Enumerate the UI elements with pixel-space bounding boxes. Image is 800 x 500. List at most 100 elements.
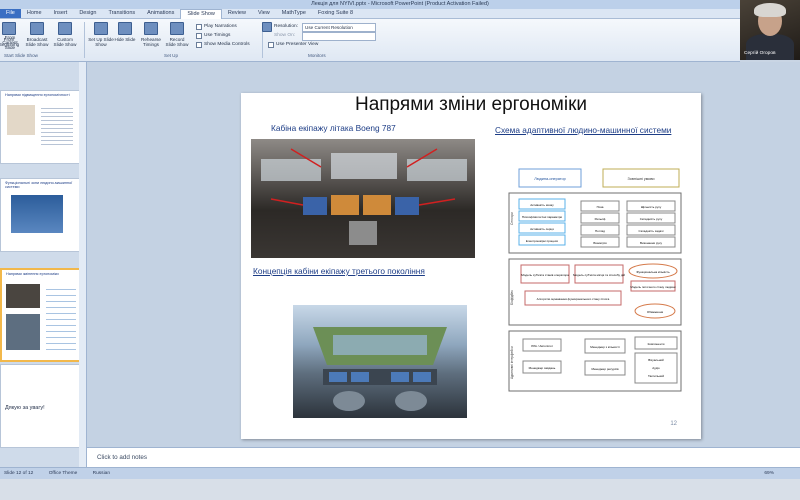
custom-show-button[interactable]: Custom Slide Show <box>52 22 78 47</box>
thumbnail-title: Функціональні зони людино-машинної систе… <box>5 181 73 189</box>
show-media-controls-checkbox[interactable]: Show Media Controls <box>196 42 250 48</box>
tab-home[interactable]: Home <box>21 9 48 18</box>
tab-view[interactable]: View <box>252 9 276 18</box>
record-show-button[interactable]: Record Slide Show <box>164 22 190 47</box>
tab-review[interactable]: Review <box>222 9 252 18</box>
tab-animations[interactable]: Animations <box>141 9 180 18</box>
tab-file[interactable]: File <box>0 9 21 18</box>
diagram-right-2: Складність руху <box>640 217 663 221</box>
diagram-side-label-2: Біофідбек <box>510 290 514 305</box>
taskbar <box>0 479 800 500</box>
slide-thumbnail[interactable]: Напрями підвищення ергономічності <box>0 90 80 164</box>
diagram-right-list-1: Візуальний <box>648 358 664 362</box>
show-on-label: Show On: <box>274 33 296 38</box>
thumbnail-text <box>41 105 73 145</box>
slide-thumbnail[interactable]: Функціональні зони людино-машинної систе… <box>0 178 80 252</box>
slides-pane: Напрями підвищення ергономічності Функці… <box>0 62 87 467</box>
ribbon: From Beginning From Current Slide Broadc… <box>0 19 740 62</box>
thumbnail-image <box>6 284 40 308</box>
presenter-name: Сергій Огоров <box>744 51 776 56</box>
diagram-left-2: Психофізіологічні параметри <box>522 215 562 219</box>
play-from-beginning-icon <box>2 22 16 35</box>
diagram-box-external: Зовнішні умови <box>627 177 654 181</box>
diagram-mid-3: Погляд <box>595 229 605 233</box>
left-subtitle: Кабіна екіпажу літака Boeng 787 <box>271 123 396 133</box>
thumbnail-title: Напрями змінення ергономіки <box>6 272 59 276</box>
diagram-right-list-2: Аудіо <box>652 366 660 370</box>
monitor-icon <box>262 22 272 32</box>
thumbnail-image <box>7 105 35 135</box>
adaptive-system-diagram: Людина-оператор Зовнішні умови Сенсори А… <box>505 165 683 395</box>
slide-thumbnail-selected[interactable]: Напрями змінення ергономіки <box>0 268 82 362</box>
diagram-midrow-2: Модель суб'єкта місця та способу дій <box>573 273 625 277</box>
diagram-mid-2: Рельєф <box>595 217 606 221</box>
diagram-svg: Людина-оператор Зовнішні умови Сенсори А… <box>508 168 682 392</box>
status-slide-count: Slide 12 of 12 <box>4 471 34 476</box>
diagram-box-operator: Людина-оператор <box>534 177 565 181</box>
right-subtitle: Схема адаптивної людино-машинної системи <box>495 125 672 135</box>
thumbnail-text: Дякую за увагу! <box>5 405 45 411</box>
tab-foxing[interactable]: Foxing Suite 8 <box>312 9 359 18</box>
use-timings-checkbox[interactable]: Use Timings <box>196 33 230 39</box>
presenter-view-checkbox[interactable]: Use Presenter View <box>268 42 318 48</box>
notes-placeholder: Click to add notes <box>97 454 148 461</box>
slide-thumbnail[interactable]: Дякую за увагу! <box>0 364 80 448</box>
setup-icon <box>94 22 108 35</box>
cockpit-illustration <box>261 148 467 245</box>
cockpit-photo <box>251 139 475 258</box>
setup-show-button[interactable]: Set Up Slide Show <box>88 22 114 47</box>
diagram-side-label-3: Адаптивні інтерфейси <box>510 346 514 379</box>
slide: Напрями зміни ергономіки Кабіна екіпажу … <box>241 93 701 439</box>
slide-title: Напрями зміни ергономіки <box>354 94 588 115</box>
diagram-midrow-3: Функціональна кількість <box>636 270 670 274</box>
group-set-up: Set Up <box>164 53 179 58</box>
broadcast-icon <box>30 22 44 35</box>
tab-insert[interactable]: Insert <box>48 9 74 18</box>
show-on-select[interactable] <box>302 32 376 41</box>
slide-number: 12 <box>670 421 677 427</box>
tab-transitions[interactable]: Transitions <box>102 9 141 18</box>
diagram-mid-1: Поза <box>597 205 604 209</box>
group-start-slide-show: Start Slide Show <box>4 53 38 58</box>
cockpit-concept-image <box>293 305 467 418</box>
diagram-bottom-5: Компоненти <box>648 342 665 346</box>
diagram-right-1: Щільність руху <box>641 205 662 209</box>
diagram-midrow-4: Модель поточного стану людини <box>630 285 676 289</box>
diagram-midrow-1: Модель суб'єкта станів оператора <box>521 273 569 277</box>
diagram-midrow-5: Обмеження <box>647 310 664 314</box>
tab-mathtype[interactable]: MathType <box>276 9 312 18</box>
tab-design[interactable]: Design <box>73 9 102 18</box>
custom-show-icon <box>58 22 72 35</box>
status-theme: Office Theme <box>48 471 78 476</box>
checkbox-box <box>268 42 274 48</box>
checkbox-box <box>196 42 202 48</box>
presenter-body <box>746 34 794 60</box>
resolution-label: Resolution: <box>274 24 298 29</box>
rehearse-icon <box>144 22 158 35</box>
record-icon <box>170 22 184 35</box>
hide-slide-button[interactable]: Hide Slide <box>112 22 138 42</box>
ribbon-tabs: File Home Insert Design Transitions Anim… <box>0 8 740 19</box>
rehearse-timings-button[interactable]: Rehearse Timings <box>138 22 164 47</box>
diagram-left-4: Електрошкірні процеси <box>526 239 559 243</box>
tab-slide-show[interactable]: Slide Show <box>180 8 222 19</box>
ribbon-separator <box>84 22 85 58</box>
diagram-left-3: Активність серця <box>530 227 554 231</box>
status-language: Russian <box>92 471 110 476</box>
play-narrations-checkbox[interactable]: Play Narrations <box>196 24 237 30</box>
diagram-bottom-4: Менеджер ресурсів <box>591 367 619 371</box>
left-bottom-subtitle: Концепція кабіни екіпажу третього поколі… <box>253 266 425 276</box>
from-current-button[interactable]: From Current Slide <box>0 35 20 50</box>
webcam-video: Сергій Огоров <box>740 0 800 60</box>
broadcast-button[interactable]: Broadcast Slide Show <box>24 22 50 47</box>
diagram-bottom-3: Менеджер з кількості <box>590 345 620 349</box>
notes-pane[interactable]: Click to add notes <box>87 447 800 468</box>
presenter-hair <box>754 3 786 17</box>
diagram-right-4: Виконання руху <box>640 241 662 245</box>
resolution-select[interactable]: Use Current Resolution <box>302 23 376 32</box>
window-title: Лекція для NYIVI.pptx - Microsoft PowerP… <box>0 0 800 9</box>
monitor-icon-button[interactable] <box>262 22 272 34</box>
thumbnail-scrollbar[interactable] <box>79 62 86 467</box>
diagram-side-label-1: Сенсори <box>510 212 514 225</box>
group-monitors: Monitors <box>308 53 326 58</box>
